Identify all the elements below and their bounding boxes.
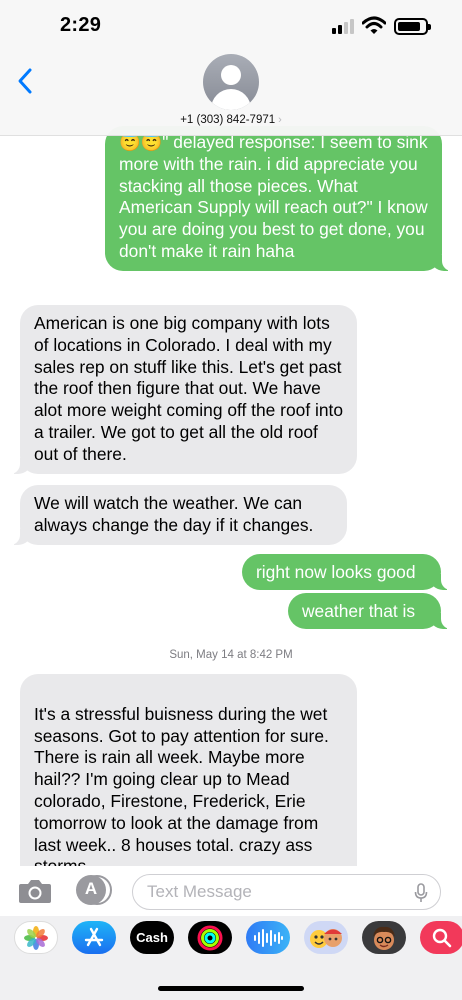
photos-app-icon[interactable] — [14, 921, 58, 954]
audio-message-icon[interactable] — [246, 921, 290, 954]
composer-bar: A — [0, 866, 462, 916]
app-store-icon[interactable] — [72, 921, 116, 954]
message-input[interactable] — [147, 882, 397, 902]
images-search-icon[interactable] — [420, 921, 462, 954]
message-text: We will watch the weather. We can always… — [34, 493, 314, 535]
wifi-icon — [362, 16, 386, 34]
message-text: 😇😇" delayed response: I seem to sink mor… — [119, 132, 428, 261]
message-text: It's a stressful buisness during the wet… — [34, 703, 329, 877]
contact-avatar[interactable] — [203, 54, 259, 110]
apple-cash-label: Cash — [136, 930, 168, 945]
outgoing-message[interactable]: 😇😇" delayed response: I seem to sink mor… — [105, 126, 452, 271]
contact-name: +1 (303) 842-7971 — [180, 114, 276, 126]
status-bar: 2:29 — [0, 0, 462, 54]
chevron-right-icon: › — [278, 114, 282, 126]
fitness-icon[interactable] — [188, 921, 232, 954]
cellular-signal-icon — [332, 18, 356, 34]
apple-cash-icon[interactable]: Cash — [130, 921, 174, 954]
chevron-left-icon — [18, 68, 32, 94]
message-text: right now looks good — [256, 562, 416, 582]
incoming-message[interactable]: American is one big company with lots of… — [10, 305, 357, 474]
message-timestamp: Sun, May 14 at 8:42 PM — [169, 649, 293, 661]
message-text: weather that is — [302, 601, 416, 621]
message-input-field[interactable] — [132, 874, 441, 910]
incoming-message[interactable]: It's a stressful buisness during the wet… — [10, 674, 357, 880]
memoji-stickers-icon[interactable] — [362, 921, 406, 954]
home-indicator[interactable] — [158, 986, 304, 991]
camera-icon — [19, 880, 51, 903]
apps-button[interactable]: A — [74, 875, 112, 907]
status-time: 2:29 — [60, 14, 102, 36]
message-text: American is one big company with lots of… — [34, 313, 344, 464]
app-store-icon: A — [84, 879, 98, 898]
app-drawer: Cash — [0, 916, 462, 1000]
outgoing-message[interactable]: right now looks good — [242, 554, 451, 590]
incoming-message[interactable]: We will watch the weather. We can always… — [10, 485, 347, 545]
battery-icon — [394, 18, 431, 35]
back-button[interactable] — [14, 66, 42, 96]
outgoing-message[interactable]: weather that is — [288, 593, 451, 629]
memoji-icon[interactable] — [304, 921, 348, 954]
camera-button[interactable] — [18, 878, 52, 904]
contact-details-button[interactable]: +1 (303) 842-7971 › — [0, 114, 462, 126]
microphone-icon[interactable] — [414, 883, 428, 903]
